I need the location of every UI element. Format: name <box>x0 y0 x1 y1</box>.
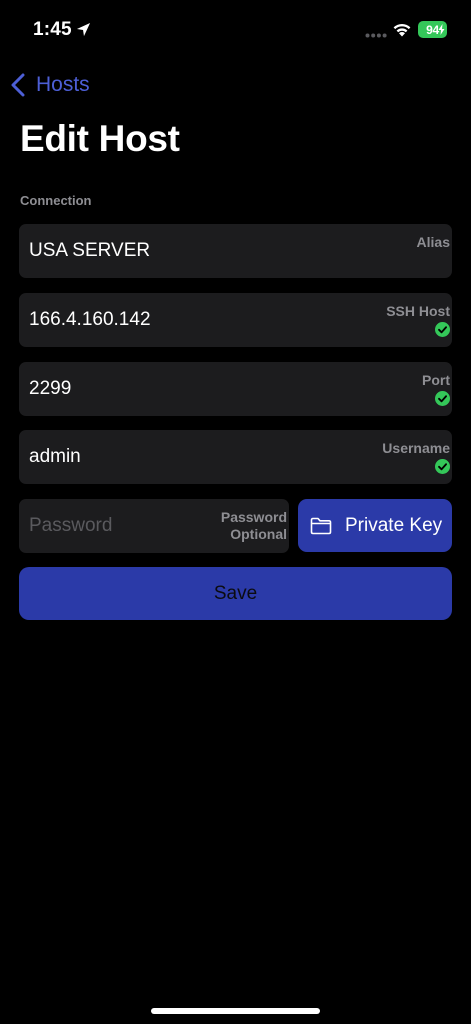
private-key-label: Private Key <box>345 514 443 536</box>
home-indicator[interactable] <box>151 1008 320 1014</box>
username-value: admin <box>29 446 81 467</box>
page-title: Edit Host <box>20 118 180 159</box>
ssh-host-label: SSH Host <box>386 303 450 319</box>
back-label: Hosts <box>36 73 90 96</box>
save-button[interactable]: Save <box>19 567 452 620</box>
battery-charging-icon <box>438 24 445 35</box>
battery-indicator: 94 <box>418 21 447 38</box>
password-labels: Password Optional <box>221 509 287 543</box>
alias-value: USA SERVER <box>29 240 151 261</box>
alias-field[interactable]: USA SERVER Alias <box>19 224 452 278</box>
checkmark-circle-icon <box>435 459 450 474</box>
chevron-left-icon <box>11 73 25 97</box>
port-value: 2299 <box>29 378 72 399</box>
password-field[interactable]: Password Password Optional <box>19 499 289 553</box>
username-label: Username <box>382 440 450 456</box>
section-label-connection: Connection <box>20 193 92 208</box>
private-key-button[interactable]: Private Key <box>298 499 452 552</box>
alias-label: Alias <box>416 234 450 250</box>
checkmark-circle-icon <box>435 322 450 337</box>
password-placeholder: Password <box>29 515 113 536</box>
password-optional-label: Optional <box>230 526 287 542</box>
cellular-signal-icon <box>365 33 387 38</box>
status-bar: 1:45 94 <box>0 0 471 60</box>
port-label: Port <box>422 372 450 388</box>
port-field[interactable]: 2299 Port <box>19 362 452 416</box>
checkmark-circle-icon <box>435 391 450 406</box>
location-arrow-icon <box>76 22 91 37</box>
status-time: 1:45 <box>33 19 72 40</box>
username-field[interactable]: admin Username <box>19 430 452 484</box>
folder-icon <box>310 517 332 534</box>
back-button[interactable]: Hosts <box>10 70 90 100</box>
ssh-host-field[interactable]: 166.4.160.142 SSH Host <box>19 293 452 347</box>
ssh-host-value: 166.4.160.142 <box>29 309 151 330</box>
save-label: Save <box>213 582 258 604</box>
battery-level: 94 <box>426 22 439 37</box>
wifi-icon <box>393 23 411 37</box>
password-label: Password <box>220 509 287 525</box>
